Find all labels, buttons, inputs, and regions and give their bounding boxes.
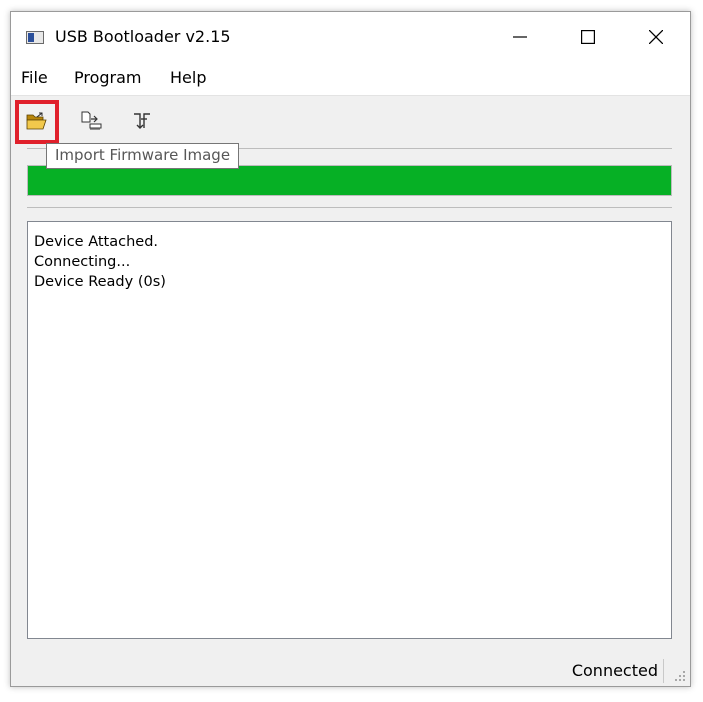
- program-device-button[interactable]: [75, 104, 109, 138]
- import-firmware-button[interactable]: [15, 100, 59, 144]
- log-line: Connecting...: [34, 254, 131, 270]
- menu-bar: File Program Help: [11, 62, 690, 95]
- close-button[interactable]: [622, 12, 690, 62]
- maximize-button[interactable]: [554, 12, 622, 62]
- minimize-button[interactable]: [486, 12, 554, 62]
- minimize-icon: [513, 36, 527, 38]
- log-line: Device Ready (0s): [34, 274, 166, 290]
- separator: [27, 207, 672, 208]
- menu-help[interactable]: Help: [170, 68, 206, 87]
- app-window: USB Bootloader v2.15 File Program Help I…: [10, 11, 691, 687]
- program-device-icon: [81, 111, 102, 130]
- maximize-icon: [581, 30, 595, 44]
- close-icon: [649, 30, 663, 44]
- progress-fill: [28, 166, 671, 195]
- reset-device-icon: [134, 113, 150, 129]
- toolbar: [11, 95, 690, 146]
- menu-file[interactable]: File: [21, 68, 48, 87]
- status-bar: Connected: [11, 656, 690, 686]
- menu-program[interactable]: Program: [74, 68, 142, 87]
- tooltip: Import Firmware Image: [46, 143, 240, 169]
- reset-device-button[interactable]: [125, 104, 159, 138]
- app-icon: [26, 31, 44, 44]
- title-bar[interactable]: USB Bootloader v2.15: [11, 12, 690, 62]
- status-divider: [663, 659, 664, 683]
- progress-bar: [27, 165, 672, 196]
- log-output[interactable]: Device Attached. Connecting... Device Re…: [27, 221, 672, 639]
- window-title: USB Bootloader v2.15: [55, 27, 231, 46]
- log-line: Device Attached.: [34, 234, 159, 250]
- connection-status: Connected: [571, 661, 658, 680]
- resize-grip-icon[interactable]: [674, 670, 686, 682]
- open-folder-icon: [26, 112, 47, 130]
